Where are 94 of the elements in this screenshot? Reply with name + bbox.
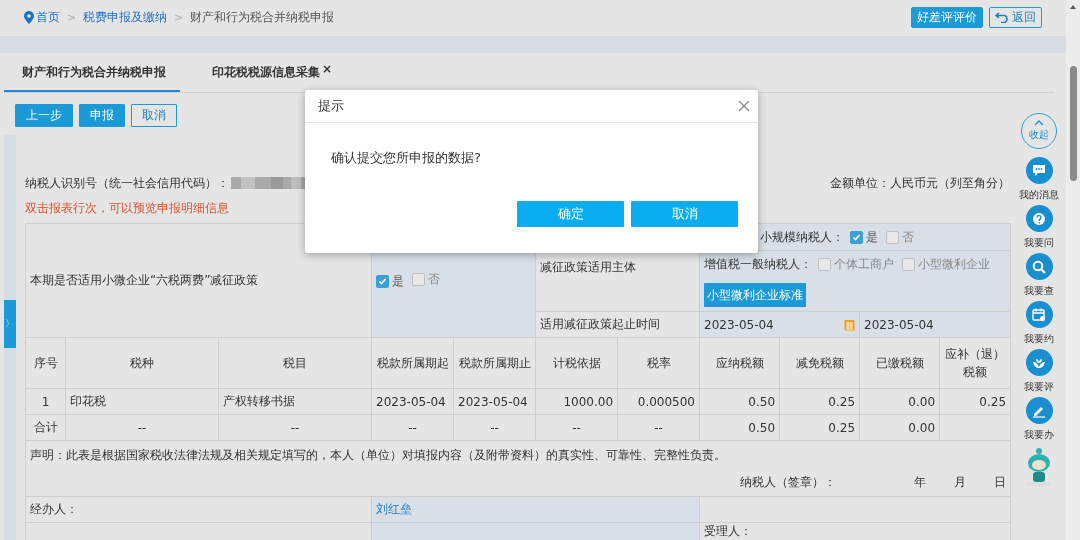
small-scale-label: 小规模纳税人： — [760, 228, 844, 246]
tab[interactable]: 印花税税源信息采集 × — [194, 55, 347, 92]
checkbox-option[interactable]: 是 — [376, 273, 404, 290]
checkbox-option[interactable]: 小型微利企业 — [902, 255, 990, 273]
checkbox[interactable] — [818, 257, 831, 271]
checkbox[interactable] — [412, 273, 425, 286]
table-cell: 0.00 — [859, 414, 940, 441]
table-cell: 0.00 — [859, 388, 940, 415]
dialog-title: 提示 — [318, 97, 344, 115]
column-header: 应补（退）税额 — [939, 337, 1011, 389]
table-cell: -- — [453, 414, 536, 441]
agent-name: 刘红垒 — [371, 496, 700, 523]
calendar-icon — [1032, 307, 1046, 322]
column-header: 应纳税额 — [699, 337, 780, 389]
column-header: 税款所属期止 — [453, 337, 536, 389]
column-header: 税目 — [218, 337, 372, 389]
taxpayer-id-label: 纳税人识别号（统一社会信用代码）： — [25, 174, 229, 192]
hint-text: 双击报表行次，可以预览申报明细信息 — [25, 200, 229, 217]
table-cell: -- — [535, 414, 618, 441]
table-cell: 1000.00 — [535, 388, 618, 415]
table-cell: 印花税 — [65, 388, 219, 415]
checkbox-option[interactable]: 是 — [850, 228, 878, 246]
column-header: 计税依据 — [535, 337, 618, 389]
close-icon[interactable]: × — [322, 62, 333, 76]
column-header: 已缴税额 — [859, 337, 940, 389]
table-cell: 2023-05-04 — [371, 388, 454, 415]
scroll-up-icon[interactable] — [1069, 4, 1077, 10]
chat-icon — [1032, 164, 1046, 177]
table-cell: -- — [218, 414, 372, 441]
search-icon — [1032, 259, 1046, 274]
table-cell: 0.25 — [779, 414, 860, 441]
breadcrumb-link[interactable]: 首页 — [36, 8, 60, 26]
checkbox-option[interactable]: 个体工商户 — [818, 255, 894, 273]
table-cell: 产权转移书据 — [218, 388, 372, 415]
assistant-figure-icon[interactable] — [1025, 447, 1053, 487]
checkbox-option[interactable]: 否 — [412, 271, 440, 288]
end-date[interactable]: 2023-05-04 — [859, 311, 1011, 338]
table-cell: 0.25 — [779, 388, 860, 415]
assistant-menu-item[interactable]: 我的消息 — [1019, 157, 1059, 202]
amount-unit: 金额单位：人民币元（列至角分） — [830, 174, 1010, 192]
flower-icon — [1032, 356, 1046, 369]
checkbox[interactable] — [902, 257, 915, 271]
return-icon — [995, 11, 1010, 23]
breadcrumb-separator: > — [174, 10, 184, 24]
table-cell: 合计 — [25, 414, 66, 441]
dialog-message: 确认提交您所申报的数据? — [331, 149, 482, 167]
dialog-button[interactable]: 确定 — [517, 201, 624, 227]
year-label: 年 — [914, 474, 926, 491]
column-header: 税款所属期起 — [371, 337, 454, 389]
checkbox[interactable] — [850, 230, 863, 244]
agent-label: 经办人： — [25, 496, 372, 523]
column-header: 税种 — [65, 337, 219, 389]
column-header: 税率 — [617, 337, 700, 389]
month-label: 月 — [954, 474, 966, 491]
standard-button[interactable]: 小型微利企业标准 — [704, 283, 806, 307]
breadcrumb-link[interactable]: 税费申报及缴纳 — [83, 8, 168, 26]
help-icon — [1032, 211, 1046, 226]
checkbox-option[interactable]: 否 — [886, 228, 914, 246]
policy-question: 本期是否适用小微企业“六税两费”减征政策 — [25, 223, 372, 338]
back-button[interactable]: 返回 — [989, 6, 1042, 28]
tab[interactable]: 财产和行为税合并纳税申报 — [4, 55, 180, 92]
table-cell: 0.000500 — [617, 388, 700, 415]
table-cell: 0.25 — [939, 388, 1011, 415]
signature-label: 纳税人（签章）： — [740, 474, 836, 491]
declaration-text: 声明：此表是根据国家税收法律法规及相关规定填写的，本人（单位）对填报内容（及附带资料）的真实性、可靠性、完整性负责。 — [30, 447, 727, 464]
dialog-button[interactable]: 取消 — [631, 201, 738, 227]
column-header: 减免税额 — [779, 337, 860, 389]
column-header: 序号 — [25, 337, 66, 389]
table-cell: -- — [65, 414, 219, 441]
toolbar-button[interactable]: 取消 — [131, 104, 177, 127]
breadcrumb-current: 财产和行为税合并纳税申报 — [190, 8, 335, 26]
toolbar-button[interactable]: 上一步 — [15, 104, 73, 127]
table-cell: 适用减征政策起止时间 — [535, 311, 700, 338]
table-cell: 0.50 — [699, 388, 780, 415]
rating-button[interactable]: 好差评评价 — [911, 6, 983, 28]
table-cell: 0.50 — [699, 414, 780, 441]
sidebar-toggle[interactable]: 〉 — [4, 300, 16, 348]
breadcrumb-separator: > — [67, 10, 77, 24]
location-pin-icon — [24, 10, 34, 24]
scroll-thumb[interactable] — [1069, 66, 1077, 181]
toolbar-button[interactable]: 申报 — [79, 104, 125, 127]
day-label: 日 — [994, 474, 1006, 491]
checkmark-icon — [852, 232, 861, 242]
checkbox[interactable] — [376, 275, 389, 288]
table-cell: -- — [617, 414, 700, 441]
close-icon[interactable] — [738, 100, 750, 112]
chevron-up-icon — [1034, 120, 1044, 126]
table-cell: 2023-05-04 — [453, 388, 536, 415]
table-cell: 1 — [25, 388, 66, 415]
general-taxpayer-label: 增值税一般纳税人： — [704, 255, 812, 273]
checkbox[interactable] — [886, 230, 899, 244]
checkmark-icon — [378, 277, 387, 286]
calendar-icon[interactable] — [844, 318, 855, 331]
table-cell: -- — [371, 414, 454, 441]
